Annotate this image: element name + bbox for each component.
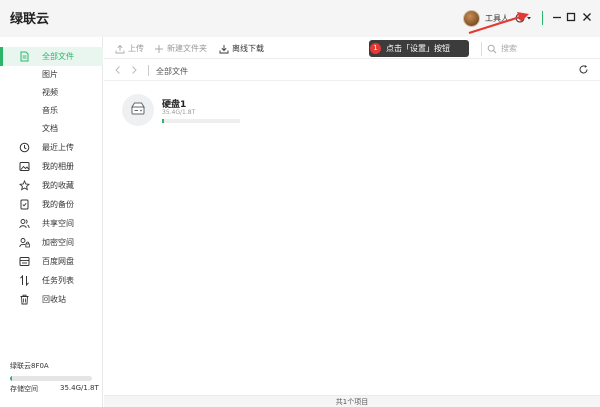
new-folder-button[interactable]: 新建文件夹 bbox=[154, 42, 207, 55]
close-button[interactable] bbox=[581, 11, 593, 23]
storage-usage-fill bbox=[10, 376, 13, 381]
drive-icon-wrap bbox=[122, 94, 154, 126]
sidebar-item-label: 图片 bbox=[42, 70, 58, 79]
sidebar-item-label: 百度网盘 bbox=[42, 257, 74, 266]
new-folder-label: 新建文件夹 bbox=[167, 44, 207, 53]
minimize-icon[interactable] bbox=[551, 11, 563, 23]
sidebar-item-documents[interactable]: 文档 bbox=[0, 119, 103, 138]
hard-disk-icon bbox=[131, 102, 145, 115]
album-icon bbox=[19, 162, 30, 171]
refresh-icon[interactable] bbox=[578, 64, 589, 75]
offline-download-button[interactable]: 离线下载 bbox=[219, 42, 264, 55]
sidebar-item-label: 任务列表 bbox=[42, 276, 74, 285]
sidebar-item-videos[interactable]: 视频 bbox=[0, 83, 103, 102]
step-badge: 1 bbox=[370, 43, 381, 54]
sidebar-item-label: 最近上传 bbox=[42, 143, 74, 152]
transfer-icon bbox=[20, 275, 29, 286]
drive-card[interactable]: 硬盘1 35.4G/1.8T bbox=[122, 94, 252, 128]
drive-usage-fill bbox=[162, 119, 165, 123]
search-icon bbox=[487, 44, 497, 53]
maximize-button[interactable] bbox=[565, 11, 577, 23]
title-bar: 绿联云 工具人 bbox=[0, 0, 600, 37]
sidebar-item-label: 视频 bbox=[42, 88, 58, 97]
upload-label: 上传 bbox=[128, 44, 144, 53]
breadcrumb-divider bbox=[148, 65, 149, 76]
offline-download-label: 离线下载 bbox=[232, 44, 264, 53]
sidebar-item-all-files[interactable]: 全部文件 bbox=[0, 47, 103, 66]
tooltip-text: 点击「设置」按钮 bbox=[386, 44, 450, 53]
toolbar-divider bbox=[481, 42, 482, 56]
app-title: 绿联云 bbox=[10, 12, 50, 27]
breadcrumb[interactable]: 全部文件 bbox=[156, 66, 188, 77]
sidebar-item-recent-uploads[interactable]: 最近上传 bbox=[0, 138, 103, 157]
breadcrumb-bar: 全部文件 bbox=[104, 60, 600, 81]
sidebar-item-label: 我的相册 bbox=[42, 162, 74, 171]
download-icon bbox=[219, 44, 229, 53]
minimize-button[interactable] bbox=[551, 11, 563, 23]
sidebar-item-label: 我的收藏 bbox=[42, 181, 74, 190]
sidebar-item-recycle-bin[interactable]: 回收站 bbox=[0, 290, 103, 309]
maximize-icon[interactable] bbox=[565, 11, 577, 23]
back-icon[interactable] bbox=[113, 65, 123, 75]
device-name: 绿联云8F0A bbox=[10, 362, 49, 370]
sidebar-item-music[interactable]: 音乐 bbox=[0, 101, 103, 120]
sidebar: 全部文件 图片 视频 音乐 文档 最近上传 我的相册 我的收藏 我的备份 共享空… bbox=[0, 37, 103, 407]
forward-icon[interactable] bbox=[129, 65, 139, 75]
file-icon bbox=[20, 51, 29, 62]
storage-label: 存储空间 bbox=[10, 385, 38, 393]
storage-value: 35.4G/1.8T bbox=[60, 384, 99, 392]
sidebar-item-shared-space[interactable]: 共享空间 bbox=[0, 214, 103, 233]
trash-icon bbox=[20, 294, 29, 305]
clock-icon bbox=[19, 142, 30, 153]
sidebar-item-my-album[interactable]: 我的相册 bbox=[0, 157, 103, 176]
titlebar-divider bbox=[542, 11, 543, 25]
item-count: 共1个项目 bbox=[335, 398, 369, 406]
sidebar-item-favorites[interactable]: 我的收藏 bbox=[0, 176, 103, 195]
upload-button[interactable]: 上传 bbox=[115, 42, 144, 55]
status-bar: 共1个项目 bbox=[104, 395, 600, 407]
plus-icon bbox=[155, 44, 163, 53]
sidebar-item-pictures[interactable]: 图片 bbox=[0, 65, 103, 84]
sidebar-item-backup[interactable]: 我的备份 bbox=[0, 195, 103, 214]
sidebar-item-label: 回收站 bbox=[42, 295, 66, 304]
sidebar-item-label: 我的备份 bbox=[42, 200, 74, 209]
sidebar-item-label: 文档 bbox=[42, 124, 58, 133]
close-icon[interactable] bbox=[581, 11, 593, 23]
sidebar-item-label: 共享空间 bbox=[42, 219, 74, 228]
annotation-arrow bbox=[468, 12, 529, 35]
sidebar-item-label: 加密空间 bbox=[42, 238, 74, 247]
storage-usage-bar bbox=[10, 376, 92, 381]
sidebar-item-baidu-disk[interactable]: 百度网盘 bbox=[0, 252, 103, 271]
share-users-icon bbox=[19, 219, 30, 229]
sidebar-item-encrypted-space[interactable]: 加密空间 bbox=[0, 233, 103, 252]
drive-usage-bar bbox=[162, 119, 240, 123]
search-box[interactable]: 搜索 bbox=[487, 41, 597, 56]
sidebar-item-label: 音乐 bbox=[42, 106, 58, 115]
sidebar-item-label: 全部文件 bbox=[42, 52, 74, 61]
lock-user-icon bbox=[19, 238, 30, 248]
guide-tooltip: 1 点击「设置」按钮 bbox=[369, 40, 469, 57]
sidebar-item-task-list[interactable]: 任务列表 bbox=[0, 271, 103, 290]
upload-icon bbox=[115, 44, 125, 53]
search-input[interactable]: 搜索 bbox=[501, 43, 517, 54]
star-icon bbox=[19, 180, 30, 191]
backup-icon bbox=[20, 199, 29, 210]
baidu-disk-icon bbox=[19, 257, 30, 266]
drive-size: 35.4G/1.8T bbox=[162, 109, 196, 116]
